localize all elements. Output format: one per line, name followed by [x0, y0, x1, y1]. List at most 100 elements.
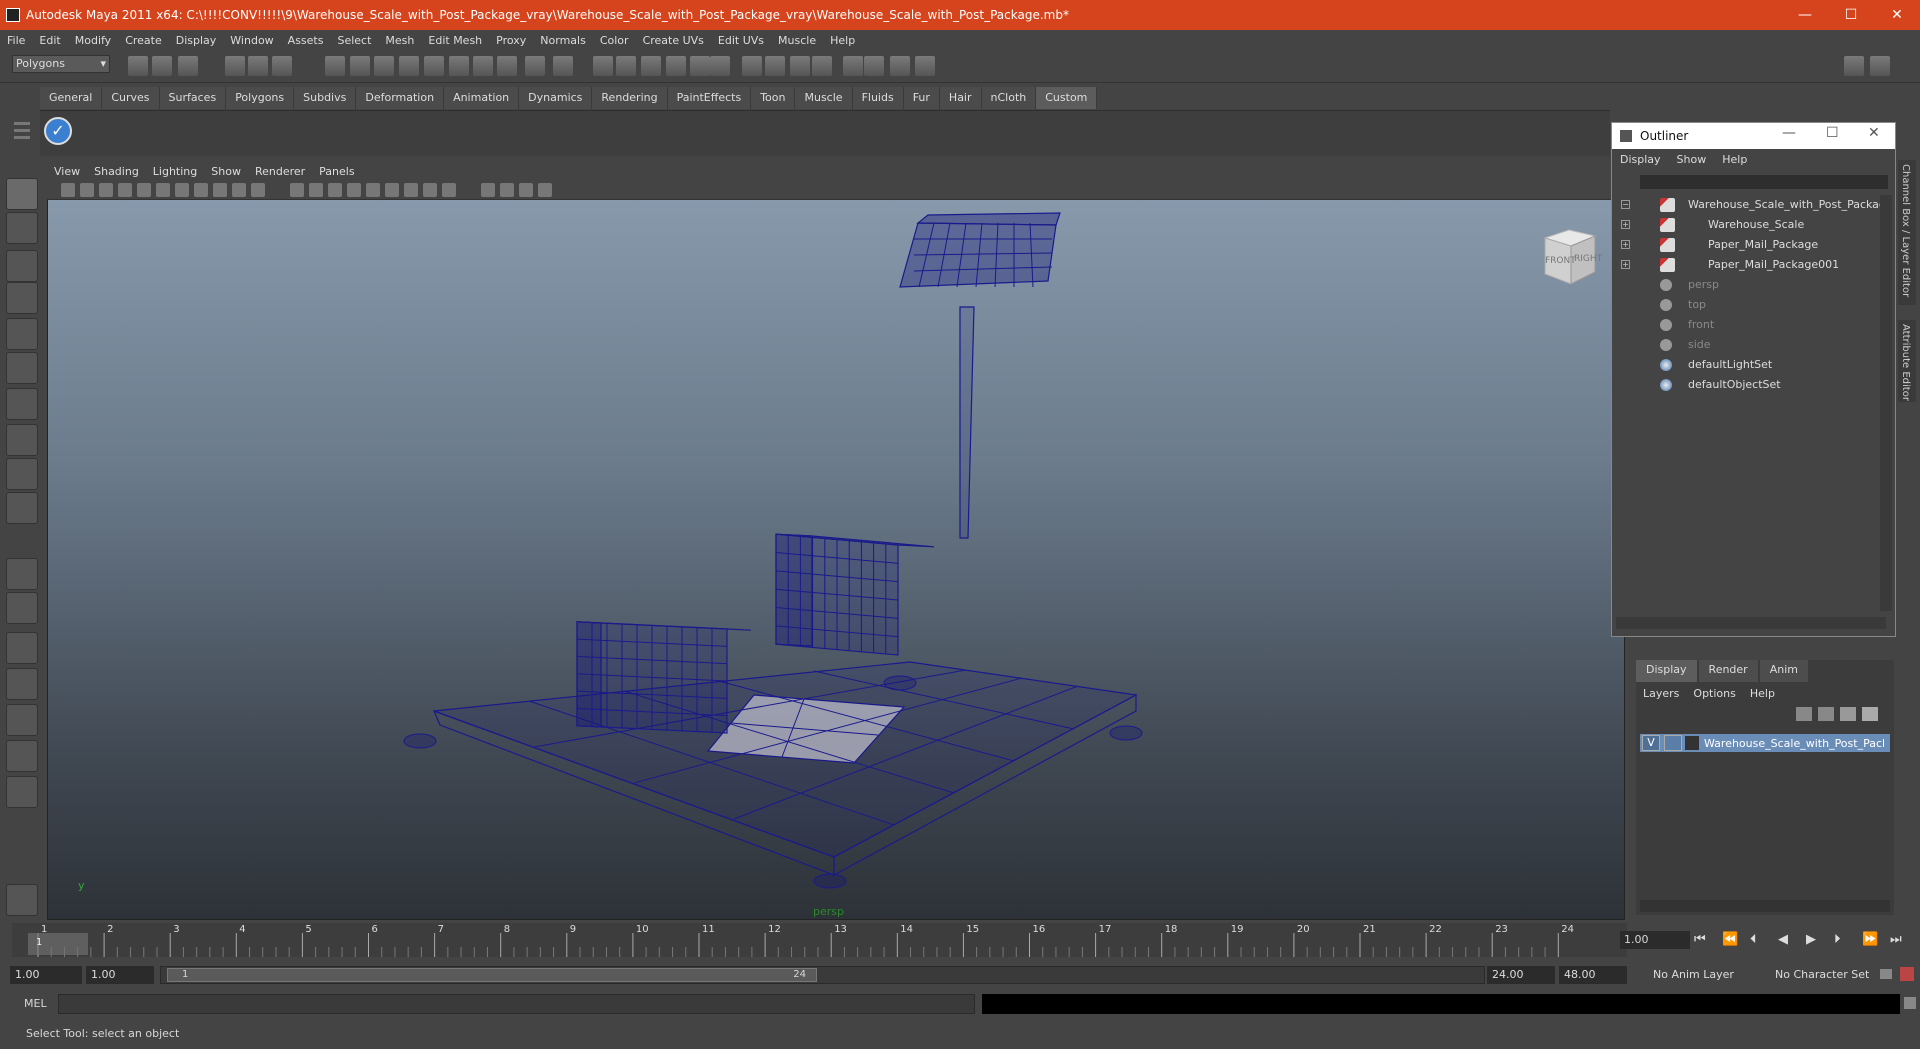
paint-select-tool-icon[interactable] — [6, 250, 38, 282]
history-icon[interactable] — [497, 56, 517, 76]
end-time-field[interactable]: 48.00 — [1559, 966, 1627, 984]
help-icon[interactable] — [616, 56, 636, 76]
menu-edit-mesh[interactable]: Edit Mesh — [421, 34, 489, 47]
expand-toggle-icon[interactable]: + — [1621, 260, 1630, 269]
expand-toggle-icon[interactable]: + — [1621, 220, 1630, 229]
select-object-icon[interactable] — [248, 56, 268, 76]
save-scene-icon[interactable] — [178, 56, 198, 76]
menu-assets[interactable]: Assets — [281, 34, 331, 47]
image-plane-icon[interactable] — [118, 183, 132, 197]
outliner-item[interactable]: + Warehouse_Scale — [1616, 215, 1886, 235]
shelf-tab-toon[interactable]: Toon — [751, 87, 796, 109]
viewport-menu-renderer[interactable]: Renderer — [248, 165, 312, 178]
outliner-layout-icon[interactable] — [1844, 56, 1864, 76]
hypershade-layout-icon[interactable] — [6, 704, 38, 736]
start-time-field[interactable]: 1.00 — [10, 966, 82, 984]
view-cube[interactable]: FRONT RIGHT — [1539, 226, 1602, 288]
shelf-tab-painteffects[interactable]: PaintEffects — [667, 87, 752, 109]
shelf-tab-polygons[interactable]: Polygons — [226, 87, 295, 109]
show-attr-icon[interactable] — [915, 56, 935, 76]
outliner-item[interactable]: side — [1616, 335, 1886, 355]
custom-shelf-check-icon[interactable]: ✓ — [44, 117, 72, 145]
expand-toggle-icon[interactable]: − — [1621, 200, 1630, 209]
shelf-tab-subdivs[interactable]: Subdivs — [294, 87, 357, 109]
output-ops-icon[interactable] — [666, 56, 686, 76]
paint-icon[interactable] — [843, 56, 863, 76]
viewport-menu-panels[interactable]: Panels — [312, 165, 361, 178]
layer-row[interactable]: V Warehouse_Scale_with_Post_Package — [1640, 734, 1890, 752]
outliner-item[interactable]: defaultObjectSet — [1616, 375, 1886, 395]
xray-icon[interactable] — [423, 183, 437, 197]
viewport-menu-view[interactable]: View — [47, 165, 87, 178]
key-icon[interactable] — [1880, 969, 1892, 979]
attribute-editor-side-tab[interactable]: Attribute Editor — [1898, 320, 1916, 402]
outliner-menu-display[interactable]: Display — [1612, 153, 1669, 166]
command-language-label[interactable]: MEL — [24, 997, 47, 1010]
shelf-options-icon[interactable] — [14, 118, 30, 154]
camera-tumble-icon[interactable] — [80, 183, 94, 197]
expand-toggle-icon[interactable]: + — [1621, 240, 1630, 249]
perspective-outliner-layout-icon[interactable] — [6, 632, 38, 664]
camera-view-icon[interactable] — [538, 183, 552, 197]
resolution-gate-icon[interactable] — [175, 183, 189, 197]
lasso-tool-icon[interactable] — [6, 212, 38, 244]
textured-icon[interactable] — [366, 183, 380, 197]
select-component-icon[interactable] — [272, 56, 292, 76]
input-ops-icon[interactable] — [641, 56, 661, 76]
menu-muscle[interactable]: Muscle — [771, 34, 823, 47]
construction-history-icon[interactable] — [690, 56, 710, 76]
layer-menu-layers[interactable]: Layers — [1636, 687, 1686, 700]
last-tool-icon[interactable] — [6, 492, 38, 524]
outliner-menu-show[interactable]: Show — [1669, 153, 1715, 166]
shelf-tab-curves[interactable]: Curves — [102, 87, 160, 109]
minimize-button[interactable]: — — [1782, 0, 1828, 30]
layer-add-icon[interactable] — [1862, 707, 1878, 721]
outliner-filter-input[interactable] — [1640, 175, 1888, 189]
toolbox-shelf-icon[interactable] — [6, 884, 38, 916]
shelf-tab-custom[interactable]: Custom — [1036, 87, 1098, 109]
rotate-tool-icon[interactable] — [6, 318, 38, 350]
render-settings-icon[interactable] — [593, 56, 613, 76]
layer-type-icon[interactable] — [1685, 736, 1699, 750]
menu-modify[interactable]: Modify — [68, 34, 118, 47]
move-tool-icon[interactable] — [6, 282, 38, 314]
xform-icon[interactable] — [890, 56, 910, 76]
outliner-scrollbar[interactable] — [1880, 195, 1892, 611]
high-quality-icon[interactable] — [481, 183, 495, 197]
viewport-menu-lighting[interactable]: Lighting — [146, 165, 204, 178]
four-view-layout-icon[interactable] — [6, 592, 38, 624]
outliner-menu-help[interactable]: Help — [1714, 153, 1755, 166]
layer-menu-help[interactable]: Help — [1743, 687, 1782, 700]
graph-hypershade-layout-icon[interactable] — [6, 740, 38, 772]
ipr-icon[interactable] — [742, 56, 762, 76]
menu-select[interactable]: Select — [330, 34, 378, 47]
step-forward-key-icon[interactable]: ⏩ — [1862, 932, 1878, 947]
shelf-tab-surfaces[interactable]: Surfaces — [159, 87, 227, 109]
gate-mask-icon[interactable] — [194, 183, 208, 197]
anim-layer-selector[interactable]: No Anim Layer — [1648, 966, 1752, 984]
camera-attributes-icon[interactable] — [61, 183, 75, 197]
step-back-key-icon[interactable]: ⏪ — [1722, 932, 1738, 947]
go-to-end-icon[interactable]: ⏭ — [1890, 932, 1902, 947]
menu-edit[interactable]: Edit — [32, 34, 67, 47]
menu-help[interactable]: Help — [823, 34, 862, 47]
shelf-tab-rendering[interactable]: Rendering — [592, 87, 668, 109]
manipulator-tool-icon[interactable] — [6, 388, 38, 420]
play-forwards-icon[interactable]: ▶ — [1806, 932, 1816, 947]
channel-box-side-tab[interactable]: Channel Box / Layer Editor — [1898, 160, 1916, 305]
outliner-item[interactable]: top — [1616, 295, 1886, 315]
preferences-icon[interactable] — [1900, 967, 1914, 981]
layer-options-icon[interactable] — [1840, 707, 1856, 721]
field-chart-icon[interactable] — [213, 183, 227, 197]
isolate-select-icon[interactable] — [442, 183, 456, 197]
lock-selection-icon[interactable] — [325, 56, 345, 76]
soft-mod-tool-icon[interactable] — [6, 424, 38, 456]
shelf-tab-hair[interactable]: Hair — [939, 87, 982, 109]
viewport-menu-show[interactable]: Show — [204, 165, 248, 178]
shelf-tab-fluids[interactable]: Fluids — [852, 87, 904, 109]
smooth-shade-icon[interactable] — [309, 183, 323, 197]
sculpt-icon[interactable] — [812, 56, 832, 76]
script-editor-icon[interactable] — [1904, 997, 1916, 1009]
shelf-tab-deformation[interactable]: Deformation — [356, 87, 445, 109]
safe-action-icon[interactable] — [232, 183, 246, 197]
